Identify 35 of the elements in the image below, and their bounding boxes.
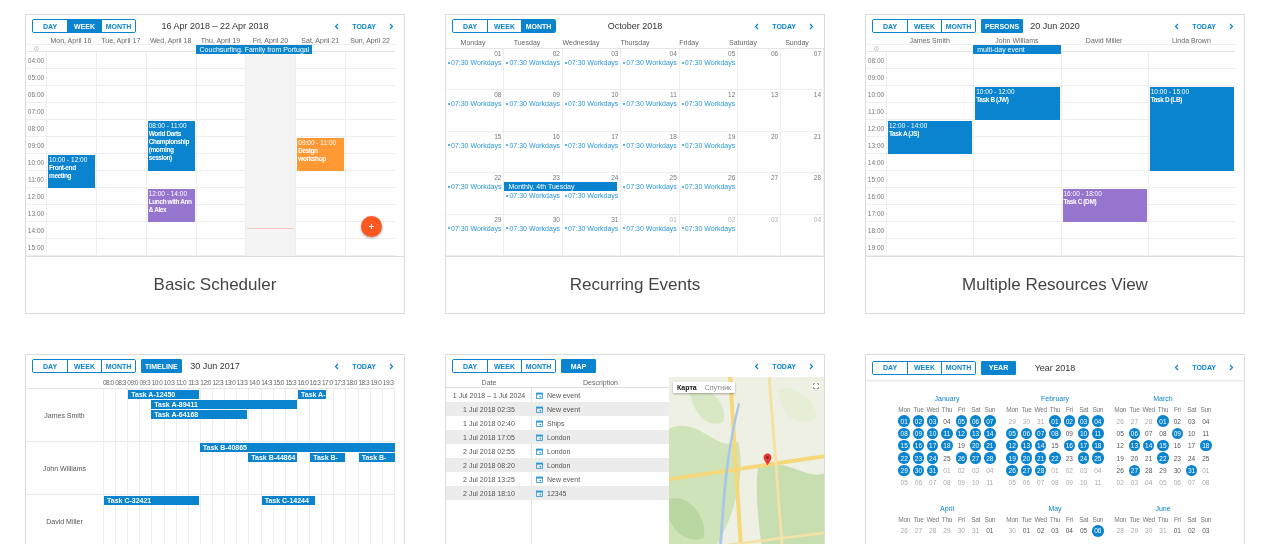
- date-title: October 2018: [607, 21, 663, 31]
- current-time-line: [247, 228, 295, 229]
- calendar-icon: [536, 447, 543, 455]
- add-button[interactable]: [361, 216, 382, 237]
- calendar-icon: [536, 475, 543, 483]
- next-icon[interactable]: [388, 22, 394, 30]
- date-title: 30 Jun 2017: [190, 361, 240, 371]
- map-pin-icon[interactable]: [763, 453, 772, 466]
- calendar-icon: [536, 405, 543, 413]
- calendar-icon: [536, 489, 543, 497]
- clock-icon: [873, 45, 879, 51]
- calendar-icon: [536, 433, 543, 441]
- next-icon[interactable]: [1228, 364, 1234, 371]
- previous-icon[interactable]: [754, 22, 761, 30]
- previous-icon[interactable]: [1174, 364, 1181, 371]
- next-icon[interactable]: [808, 362, 814, 370]
- date-title: 16 Apr 2018 – 22 Apr 2018: [161, 21, 269, 31]
- previous-icon[interactable]: [334, 362, 341, 370]
- previous-icon[interactable]: [754, 362, 761, 370]
- next-icon[interactable]: [388, 362, 394, 370]
- calendar-icon: [536, 419, 543, 427]
- previous-icon[interactable]: [1174, 22, 1181, 30]
- date-title: 20 Jun 2020: [1030, 21, 1080, 31]
- next-icon[interactable]: [808, 22, 814, 30]
- plus-icon: [368, 223, 375, 230]
- card-caption: Recurring Events: [569, 275, 701, 295]
- clock-icon: [33, 45, 39, 51]
- calendar-icon: [536, 461, 543, 469]
- card-caption: Multiple Resources View: [962, 275, 1148, 295]
- card-caption: Basic Scheduler: [153, 275, 277, 295]
- next-icon[interactable]: [1228, 22, 1234, 30]
- fullscreen-icon[interactable]: [812, 382, 820, 390]
- calendar-icon: [536, 391, 543, 399]
- date-title: Year 2018: [1034, 362, 1076, 373]
- previous-icon[interactable]: [334, 22, 341, 30]
